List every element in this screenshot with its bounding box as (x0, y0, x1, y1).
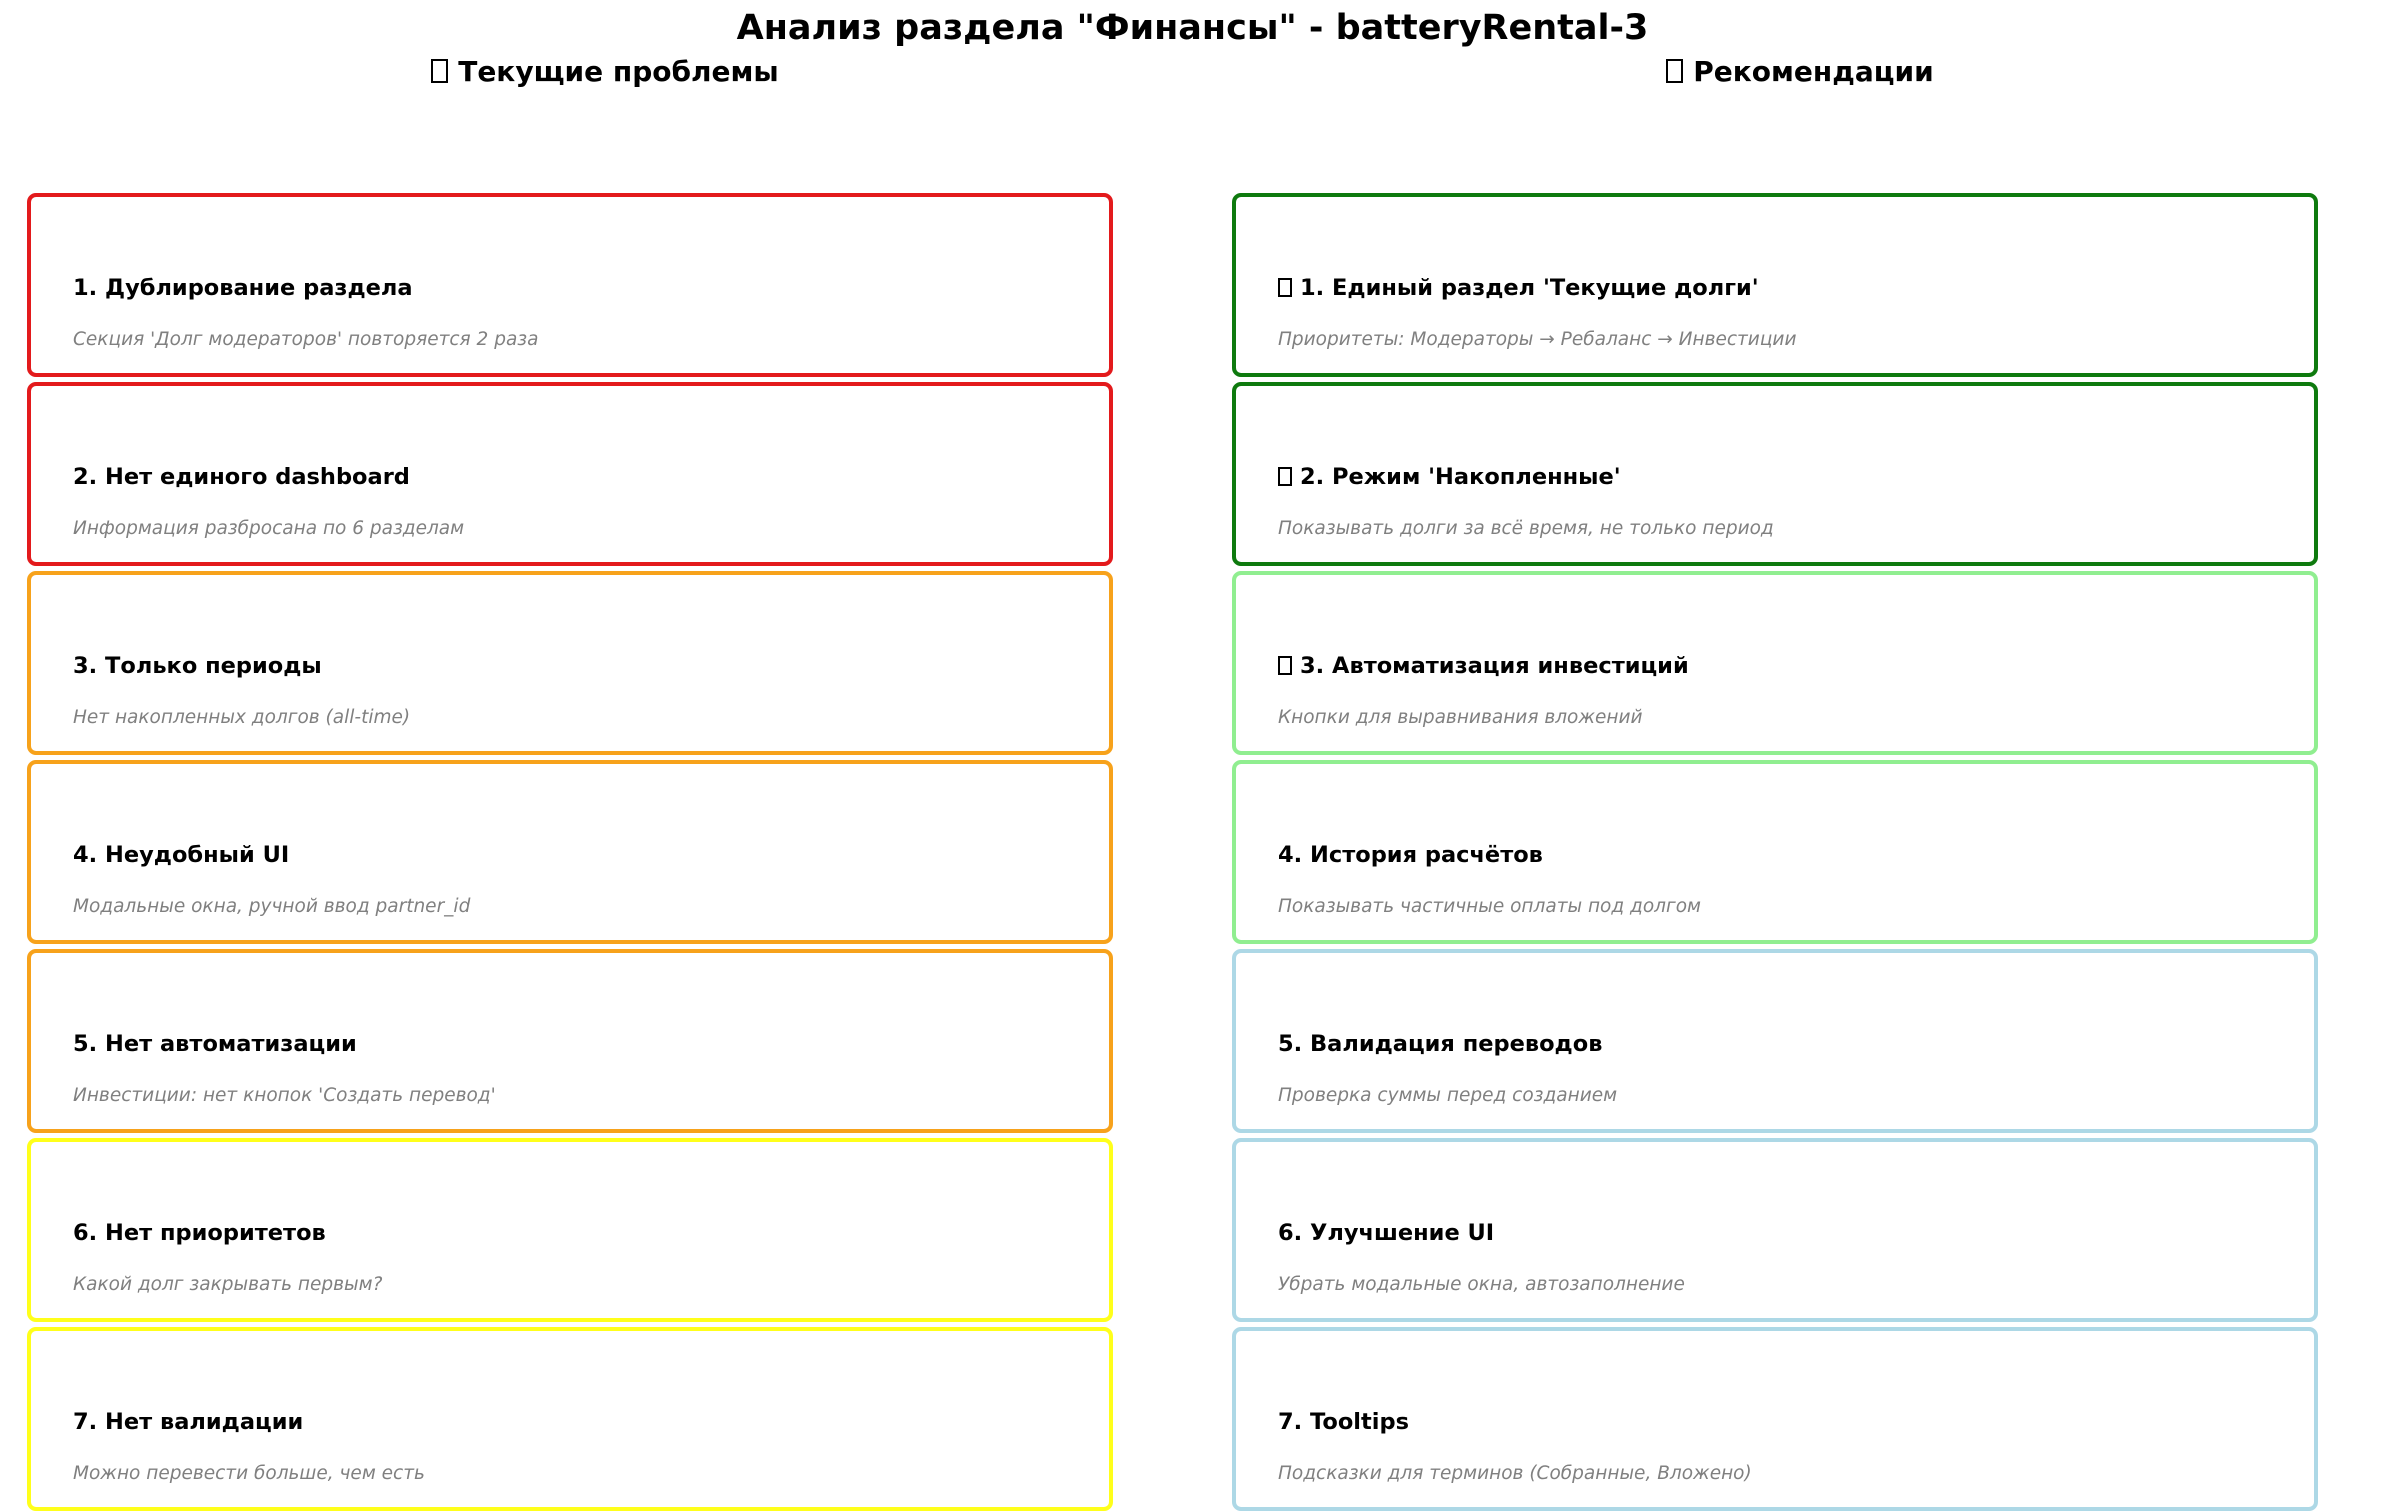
problem-card-6: 6. Нет приоритетов Какой долг закрывать п… (27, 1138, 1113, 1322)
card-title-text: 1. Единый раздел 'Текущие долги' (1300, 275, 1759, 301)
card-title: 4. Неудобный UI (73, 842, 289, 868)
card-title: 1. Дублирование раздела (73, 275, 413, 301)
card-description: Приоритеты: Модераторы → Ребаланс → Инве… (1278, 329, 1797, 350)
card-title-text: 2. Нет единого dashboard (73, 464, 410, 490)
missing-glyph-icon (431, 59, 449, 83)
card-description: Модальные окна, ручной ввод partner_id (73, 896, 471, 917)
recommendation-card-7: 7. Tooltips Подсказки для терминов (Собра… (1232, 1327, 2318, 1511)
problem-card-2: 2. Нет единого dashboard Информация разбр… (27, 382, 1113, 566)
card-description: Нет накопленных долгов (all-time) (73, 707, 411, 728)
card-title: 6. Нет приоритетов (73, 1220, 326, 1246)
card-title-text: 7. Tooltips (1278, 1409, 1409, 1435)
recommendation-card-4: 4. История расчётов Показывать частичные … (1232, 760, 2318, 944)
card-title-text: 1. Дублирование раздела (73, 275, 413, 301)
missing-glyph-icon (1278, 467, 1292, 486)
recommendation-card-2: 2. Режим 'Накопленные' Показывать долги з… (1232, 382, 2318, 566)
card-title-text: 5. Валидация переводов (1278, 1031, 1603, 1057)
card-title-text: 6. Нет приоритетов (73, 1220, 326, 1246)
card-description: Подсказки для терминов (Собранные, Вложе… (1278, 1463, 1752, 1484)
recommendations-column-header: Рекомендации (1210, 55, 2385, 88)
missing-glyph-icon (1278, 278, 1292, 297)
card-description: Показывать долги за всё время, не только… (1278, 518, 1774, 539)
problem-card-4: 4. Неудобный UI Модальные окна, ручной вв… (27, 760, 1113, 944)
card-description: Можно перевести больше, чем есть (73, 1463, 425, 1484)
card-title: 4. История расчётов (1278, 842, 1543, 868)
card-title: 3. Автоматизация инвестиций (1278, 653, 1689, 679)
recommendation-card-5: 5. Валидация переводов Проверка суммы пер… (1232, 949, 2318, 1133)
card-title-text: 3. Автоматизация инвестиций (1300, 653, 1689, 679)
card-description: Секция 'Долг модераторов' повторяется 2 … (73, 329, 539, 350)
card-title: 1. Единый раздел 'Текущие долги' (1278, 275, 1759, 301)
card-title: 6. Улучшение UI (1278, 1220, 1494, 1246)
recommendation-card-1: 1. Единый раздел 'Текущие долги' Приорите… (1232, 193, 2318, 377)
missing-glyph-icon (1278, 656, 1292, 675)
card-title-text: 2. Режим 'Накопленные' (1300, 464, 1621, 490)
card-title-text: 5. Нет автоматизации (73, 1031, 357, 1057)
card-title: 5. Валидация переводов (1278, 1031, 1602, 1057)
card-description: Проверка суммы перед созданием (1278, 1085, 1618, 1106)
card-title-text: 7. Нет валидации (73, 1409, 304, 1435)
card-title: 7. Tooltips (1278, 1409, 1409, 1435)
problems-header-label: Текущие проблемы (458, 55, 779, 88)
card-description: Какой долг закрывать первым? (73, 1274, 383, 1295)
problem-card-7: 7. Нет валидации Можно перевести больше, … (27, 1327, 1113, 1511)
card-title: 2. Режим 'Накопленные' (1278, 464, 1621, 490)
recommendations-header-label: Рекомендации (1693, 55, 1934, 88)
card-description: Убрать модальные окна, автозаполнение (1278, 1274, 1685, 1295)
problems-column-header: Текущие проблемы (0, 55, 1210, 88)
recommendation-card-6: 6. Улучшение UI Убрать модальные окна, ав… (1232, 1138, 2318, 1322)
card-title-text: 4. История расчётов (1278, 842, 1543, 868)
card-description: Показывать частичные оплаты под долгом (1278, 896, 1701, 917)
page-title: Анализ раздела "Финансы" - batteryRental… (736, 8, 1649, 48)
problem-card-3: 3. Только периоды Нет накопленных долгов … (27, 571, 1113, 755)
card-description: Информация разбросана по 6 разделам (73, 518, 465, 539)
problem-card-5: 5. Нет автоматизации Инвестиции: нет кноп… (27, 949, 1113, 1133)
card-title: 5. Нет автоматизации (73, 1031, 357, 1057)
card-description: Инвестиции: нет кнопок 'Создать перевод' (73, 1085, 496, 1106)
card-title-text: 3. Только периоды (73, 653, 322, 679)
card-title: 7. Нет валидации (73, 1409, 303, 1435)
card-title-text: 6. Улучшение UI (1278, 1220, 1495, 1246)
recommendation-card-3: 3. Автоматизация инвестиций Кнопки для вы… (1232, 571, 2318, 755)
missing-glyph-icon (1666, 59, 1684, 83)
card-title-text: 4. Неудобный UI (73, 842, 290, 868)
card-title: 2. Нет единого dashboard (73, 464, 410, 490)
card-title: 3. Только периоды (73, 653, 322, 679)
problem-card-1: 1. Дублирование раздела Секция 'Долг моде… (27, 193, 1113, 377)
card-description: Кнопки для выравнивания вложений (1278, 707, 1643, 728)
